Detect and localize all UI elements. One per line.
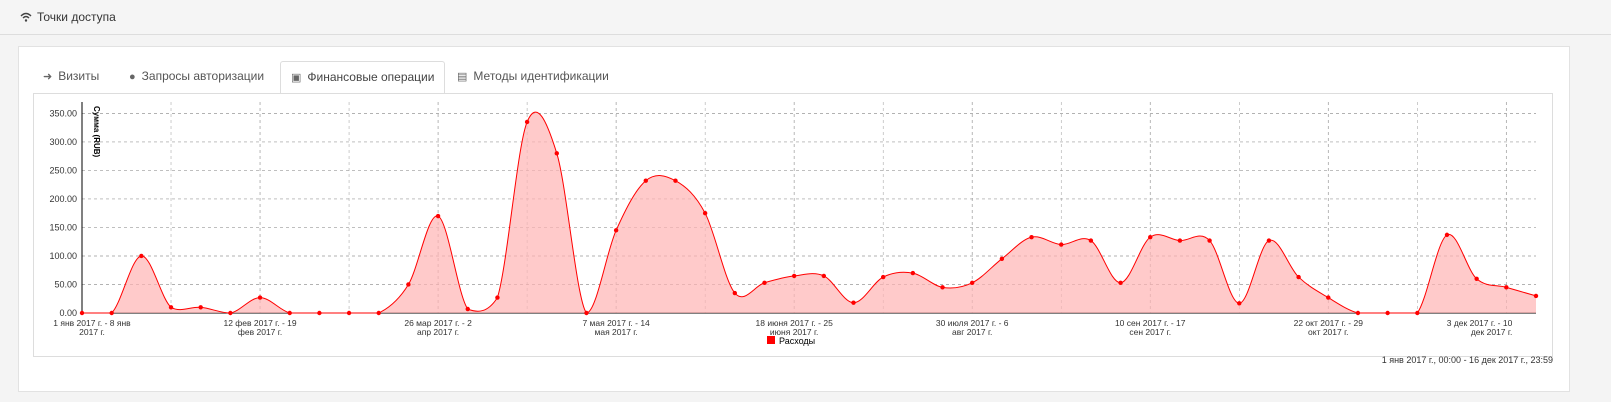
data-point (317, 310, 322, 316)
y-tick-label: 50.00 (54, 279, 77, 289)
data-point (524, 119, 530, 125)
data-point (465, 306, 470, 312)
expenses-chart: 0.00 50.00 100.00 150.00 200.00 250.00 300.00 3… (49, 102, 1539, 346)
x-tick-label: окт 2017 г. (1308, 327, 1349, 337)
y-tick-label: 150.00 (49, 222, 77, 232)
data-point (168, 305, 174, 310)
data-point (613, 228, 619, 233)
data-point (1029, 234, 1034, 240)
data-point (940, 285, 945, 290)
tab-label: Запросы авторизации (141, 69, 265, 83)
data-point (1474, 276, 1479, 281)
tab-identification-methods[interactable]: ▤ Методы идентификации (447, 61, 619, 92)
data-point (406, 282, 411, 287)
panel-header: Точки доступа (0, 0, 1611, 35)
data-point (109, 310, 114, 316)
data-point (970, 280, 975, 285)
data-point (910, 270, 916, 276)
tab-label: Визиты (58, 69, 100, 83)
data-point (791, 273, 797, 279)
wifi-icon (20, 12, 32, 22)
chart-container: 0.00 50.00 100.00 150.00 200.00 250.00 300.00 3… (33, 93, 1553, 357)
data-point (554, 151, 559, 156)
x-tick-label: апр 2017 г. (417, 327, 459, 337)
panel-title-text: Точки доступа (37, 10, 116, 24)
data-point (584, 310, 589, 316)
y-tick-label: 250.00 (49, 165, 77, 175)
y-tick-label: 200.00 (49, 194, 77, 204)
globe-icon: ● (129, 71, 136, 83)
data-point (702, 211, 708, 216)
data-point (1415, 310, 1420, 316)
data-point (1088, 238, 1094, 243)
x-tick-label: авг 2017 г. (952, 327, 992, 337)
data-point (851, 300, 856, 305)
data-point (435, 213, 441, 219)
tab-financial-operations[interactable]: ▣ Финансовые операции (280, 61, 446, 95)
data-point (79, 310, 85, 316)
data-point (1177, 238, 1183, 243)
data-point (1237, 301, 1242, 306)
id-card-icon: ▤ (457, 71, 468, 83)
data-point (376, 310, 381, 316)
x-tick-label: дек 2017 г. (1471, 327, 1512, 337)
tab-visits[interactable]: ➜ Визиты (33, 61, 109, 92)
data-point (228, 310, 233, 316)
x-tick-label: 2017 г. (79, 327, 105, 337)
money-icon: ▣ (291, 72, 302, 84)
data-point (643, 178, 648, 183)
legend-label: Расходы (779, 336, 815, 346)
y-tick-label: 100.00 (49, 251, 77, 261)
data-point (999, 256, 1005, 262)
x-tick-label: фев 2017 г. (238, 327, 282, 337)
data-point (821, 273, 827, 279)
data-point (1326, 295, 1331, 300)
y-tick-label: 0.00 (59, 308, 77, 318)
y-tick-label: 350.00 (49, 108, 77, 118)
x-tick-label: мая 2017 г. (595, 327, 638, 337)
legend-swatch (767, 336, 775, 344)
data-point (1266, 238, 1272, 243)
data-point (1355, 310, 1361, 316)
data-point (495, 295, 500, 300)
data-point (139, 253, 144, 259)
panel-body: ➜ Визиты ● Запросы авторизации ▣ Финансовые… (18, 46, 1570, 392)
data-point (287, 310, 292, 316)
data-point (1533, 293, 1539, 299)
data-point (257, 295, 263, 300)
y-axis-label: Сумма (RUB) (92, 106, 101, 158)
tab-label: Методы идентификации (473, 69, 609, 83)
data-point (1059, 242, 1064, 247)
tab-label: Финансовые операции (307, 70, 435, 84)
data-point (732, 290, 738, 296)
data-point (1148, 234, 1153, 240)
tab-auth-requests[interactable]: ● Запросы авторизации (119, 61, 274, 92)
data-point (1296, 274, 1301, 280)
data-point (880, 274, 886, 280)
y-tick-label: 300.00 (49, 137, 77, 147)
x-tick-label: сен 2017 г. (1129, 327, 1171, 337)
date-range-label: 1 янв 2017 г., 00:00 - 16 дек 2017 г., 2… (1381, 355, 1553, 365)
data-point (1207, 238, 1212, 243)
data-point (346, 310, 352, 316)
data-point (1504, 285, 1509, 290)
data-point (1118, 280, 1123, 285)
data-point (762, 280, 767, 285)
data-point (1385, 310, 1390, 316)
data-point (673, 178, 678, 183)
data-point (198, 305, 203, 310)
data-point (1444, 232, 1450, 238)
panel-title: Точки доступа (20, 10, 116, 24)
sign-in-icon: ➜ (43, 71, 53, 83)
